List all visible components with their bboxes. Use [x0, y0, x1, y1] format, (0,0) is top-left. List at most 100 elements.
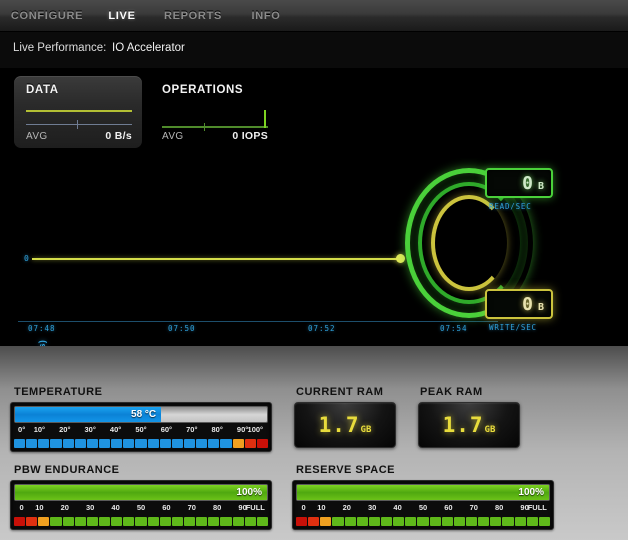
tab-reports[interactable]: REPORTS [158, 0, 228, 32]
pbw-endurance-gauge: 100% 0 10 20 30 40 50 60 70 80 90 FULL [10, 480, 272, 530]
segment-block [220, 439, 232, 448]
segment-block [208, 517, 220, 526]
segment-block [98, 517, 111, 526]
segment-block [514, 517, 526, 526]
read-per-sec-label: READ/SEC [489, 202, 532, 211]
scale-tick: 60 [162, 503, 171, 512]
segment-block [74, 517, 86, 526]
operations-sparkline-spike [264, 110, 266, 128]
scale-tick: 80 [213, 503, 222, 512]
chart-x-tick-1: 07:50 [168, 324, 196, 333]
chart-current-point-marker [396, 254, 405, 263]
segment-block [50, 517, 62, 526]
tab-live-label: LIVE [108, 10, 136, 22]
reserve-space-scale: 0 10 20 30 40 50 60 70 80 90 FULL [296, 503, 550, 516]
pbw-endurance-fill: 100% [15, 485, 267, 500]
scale-tick: FULL [245, 503, 265, 512]
live-performance-chart: Data (bytes/s) 0 07:48 07:50 07:52 07:54… [0, 158, 628, 346]
segment-block [244, 439, 256, 448]
read-per-sec-unit: B [537, 180, 544, 192]
scale-tick: 0 [301, 503, 306, 512]
scale-tick: 20° [59, 425, 71, 434]
segment-block [98, 439, 111, 448]
scale-tick: 60 [444, 503, 453, 512]
segment-block [26, 517, 38, 526]
data-sparkline [26, 110, 132, 132]
operations-avg-label: AVG [162, 131, 184, 142]
read-per-sec-value: 0 [522, 172, 534, 194]
reserve-space-fill: 100% [297, 485, 549, 500]
scale-tick: 70 [187, 503, 196, 512]
tab-configure[interactable]: CONFIGURE [8, 0, 86, 32]
scale-tick: 20 [342, 503, 351, 512]
current-ram-readout: 1.7 GB [294, 402, 396, 448]
scale-tick: 70° [186, 425, 198, 434]
current-ram-unit: GB [360, 425, 372, 435]
scale-tick: 60° [160, 425, 173, 434]
reserve-space-track: 100% [296, 484, 550, 501]
reserve-space-gauge: 100% 0 10 20 30 40 50 60 70 80 90 FULL [292, 480, 554, 530]
segment-block [208, 439, 220, 448]
segment-block [453, 517, 465, 526]
segment-block [171, 439, 183, 448]
scale-tick: 0 [19, 503, 24, 512]
segment-block [183, 517, 196, 526]
segment-block [86, 439, 98, 448]
segment-block [183, 439, 196, 448]
segment-block [220, 517, 232, 526]
summary-panels: DATA AVG 0 B/s OPERATIONS AVG 0 IOPS [0, 68, 628, 158]
summary-panel-data[interactable]: DATA AVG 0 B/s [14, 76, 142, 148]
segment-block [111, 439, 123, 448]
segment-block [308, 517, 320, 526]
segment-block [478, 517, 490, 526]
segment-block [538, 517, 550, 526]
reserve-space-title: RESERVE SPACE [296, 464, 396, 476]
data-avg-label: AVG [26, 131, 48, 142]
live-performance-value: IO Accelerator [112, 42, 185, 54]
segment-block [14, 517, 26, 526]
segment-block [429, 517, 441, 526]
operations-sparkline [162, 110, 268, 132]
subheader-bar: Live Performance: IO Accelerator [0, 32, 628, 68]
segment-block [232, 517, 244, 526]
segment-block [368, 517, 380, 526]
segment-block [393, 517, 405, 526]
tab-reports-label: REPORTS [163, 10, 223, 22]
chart-data-line [32, 258, 400, 260]
tab-configure-label: CONFIGURE [10, 10, 84, 22]
scale-tick: 80 [495, 503, 504, 512]
temperature-gauge: 58 °C 0° 10° 20° 30° 40° 50° 60° 70° 80° 90° 100° [10, 402, 272, 452]
segment-block [405, 517, 417, 526]
data-avg-value: 0 B/s [105, 130, 132, 142]
temperature-fill: 58 °C [15, 407, 162, 422]
tab-info-label: INFO [251, 10, 281, 22]
segment-block [38, 517, 50, 526]
segment-block [526, 517, 538, 526]
temperature-track: 58 °C [14, 406, 268, 423]
segment-block [123, 517, 135, 526]
operations-sparkline-series [162, 126, 268, 128]
segment-block [244, 517, 256, 526]
pbw-endurance-value: 100% [236, 487, 262, 498]
summary-panel-data-title: DATA [26, 84, 59, 96]
segment-block [147, 439, 159, 448]
scale-tick: 40 [111, 503, 120, 512]
summary-panel-operations[interactable]: OPERATIONS AVG 0 IOPS [150, 76, 278, 148]
tab-info[interactable]: INFO [238, 0, 294, 32]
segment-block [111, 517, 123, 526]
peak-ram-readout: 1.7 GB [418, 402, 520, 448]
scale-tick: 10° [33, 425, 46, 434]
scale-tick: 50 [136, 503, 146, 512]
segment-block [465, 517, 478, 526]
scale-tick: 0° [18, 425, 26, 434]
chart-y-tick-0: 0 [24, 254, 29, 263]
app-window: CONFIGURE LIVE REPORTS INFO Live Perform… [0, 0, 628, 540]
segment-block [256, 439, 268, 448]
segment-block [296, 517, 308, 526]
segment-block [171, 517, 183, 526]
chart-x-tick-2: 07:52 [308, 324, 336, 333]
scale-tick: 50° [135, 425, 147, 434]
scale-tick: 40 [393, 503, 402, 512]
tab-live[interactable]: LIVE [96, 0, 148, 32]
segment-block [490, 517, 502, 526]
